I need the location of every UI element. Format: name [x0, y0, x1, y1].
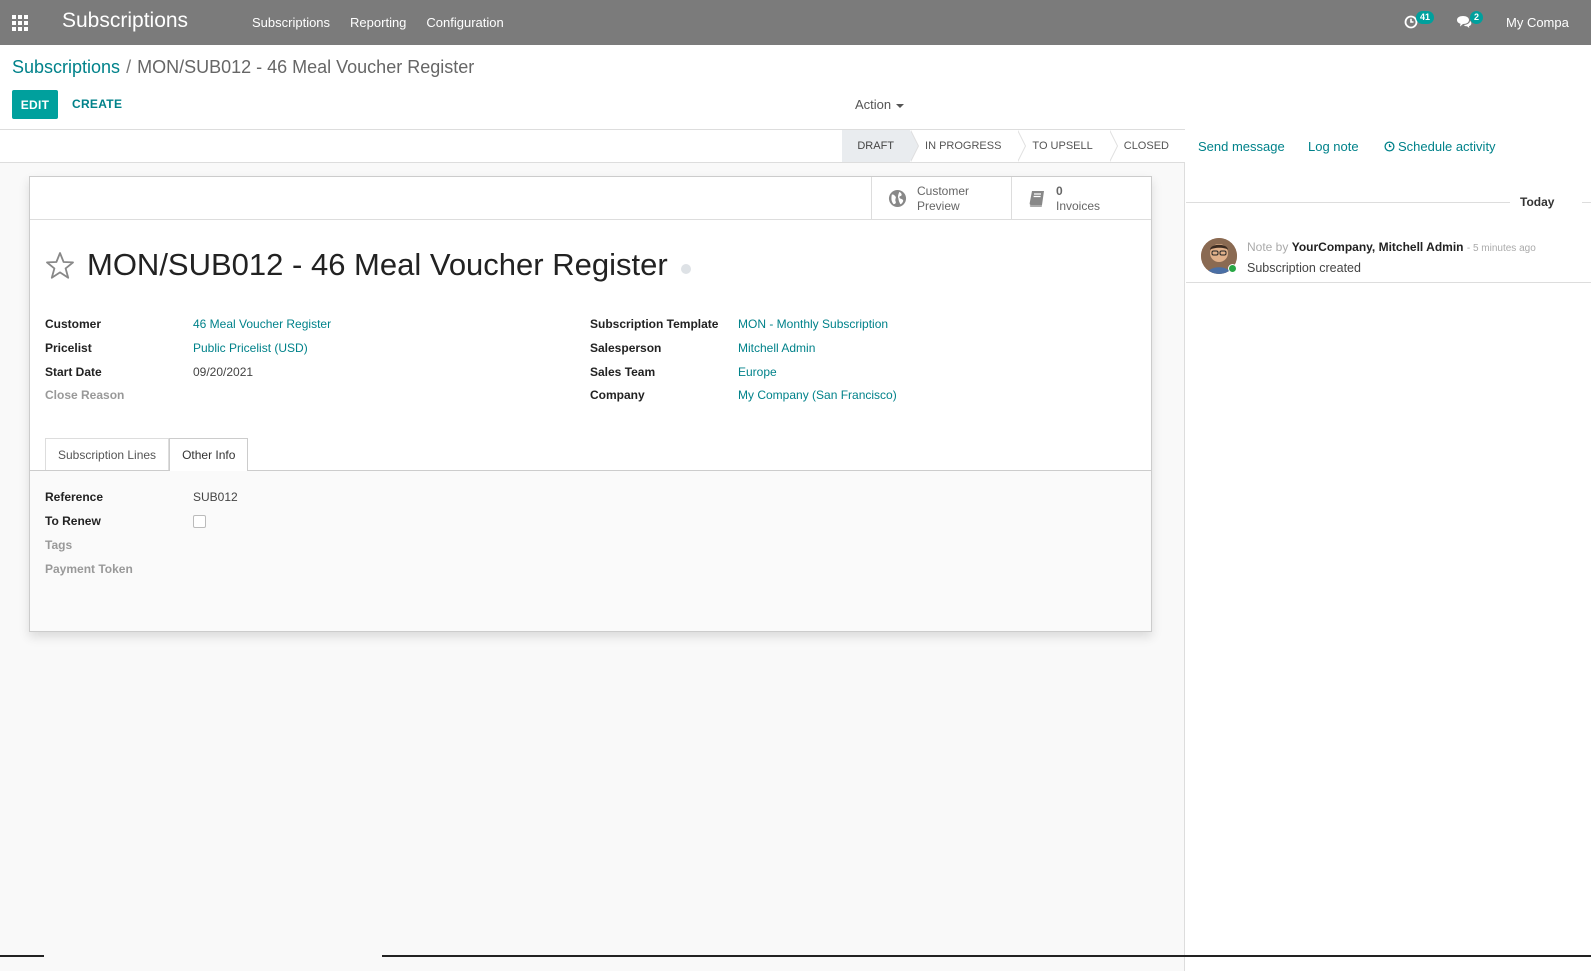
start-date-label: Start Date	[45, 365, 102, 379]
status-step-label: IN PROGRESS	[925, 140, 1002, 152]
form-view: DRAFT IN PROGRESS TO UPSELL CLOSED Custo…	[0, 130, 1185, 971]
breadcrumb-current: MON/SUB012 - 46 Meal Voucher Register	[137, 57, 475, 77]
status-step-label: DRAFT	[857, 140, 895, 152]
kanban-state-indicator[interactable]	[680, 264, 691, 274]
pricelist-label: Pricelist	[45, 341, 92, 355]
reference-value: SUB012	[193, 490, 238, 504]
customer-preview-button[interactable]: Customer Preview	[871, 177, 1011, 220]
chatter-message: Note by YourCompany, Mitchell Admin - 5 …	[1186, 230, 1591, 283]
schedule-activity-button[interactable]: Schedule activity	[1384, 139, 1496, 154]
action-dropdown[interactable]: Action	[855, 97, 905, 112]
status-step-label: CLOSED	[1123, 140, 1169, 152]
date-separator-line	[1582, 202, 1591, 203]
reference-label: Reference	[45, 490, 104, 504]
pricelist-link[interactable]: Public Pricelist (USD)	[193, 341, 308, 355]
tab-label: Other Info	[182, 448, 236, 462]
schedule-activity-label: Schedule activity	[1398, 139, 1496, 154]
edit-button[interactable]: EDIT	[12, 90, 58, 119]
sales-team-label: Sales Team	[590, 365, 656, 379]
create-button[interactable]: CREATE	[72, 97, 122, 111]
form-sheet: Customer Preview 0 Invoices MON/SUB012 -…	[29, 176, 1152, 632]
date-separator-label: Today	[1520, 195, 1555, 209]
star-icon[interactable]	[45, 251, 75, 280]
book-icon	[1029, 190, 1044, 207]
customer-preview-label: Customer Preview	[917, 184, 969, 214]
chatter-topbar: Send message Log note Schedule activity	[1186, 130, 1591, 163]
invoices-button[interactable]: 0 Invoices	[1011, 177, 1151, 220]
tab-subscription-lines[interactable]: Subscription Lines	[45, 438, 170, 470]
form-statusbar: DRAFT IN PROGRESS TO UPSELL CLOSED	[0, 130, 1185, 163]
action-dropdown-label: Action	[855, 97, 892, 112]
to-renew-checkbox[interactable]	[193, 515, 206, 528]
customer-label: Customer	[45, 317, 102, 331]
systray: 41 2 My Compa	[0, 0, 1591, 45]
payment-token-label: Payment Token	[45, 562, 133, 576]
company-switcher[interactable]: My Compa	[1506, 15, 1569, 30]
log-note-button[interactable]: Log note	[1308, 139, 1359, 154]
to-renew-label: To Renew	[45, 514, 101, 528]
activity-menu[interactable]: 41	[1404, 11, 1435, 32]
date-separator-line	[1186, 202, 1510, 203]
stat-line: Invoices	[1056, 198, 1101, 213]
company-link[interactable]: My Company (San Francisco)	[738, 388, 897, 402]
bottom-edge-bar	[0, 955, 44, 957]
breadcrumb-separator: /	[126, 57, 132, 77]
tab-label: Subscription Lines	[58, 447, 157, 462]
title-row: MON/SUB012 - 46 Meal Voucher Register	[45, 247, 691, 283]
caret-down-icon	[896, 103, 905, 108]
online-status-icon	[1228, 264, 1237, 273]
message-author[interactable]: YourCompany, Mitchell Admin	[1292, 240, 1464, 254]
message-body: Subscription created	[1247, 261, 1361, 275]
tags-label: Tags	[45, 538, 73, 552]
chatter-panel: Send message Log note Schedule activity …	[1186, 130, 1591, 971]
status-step-label: TO UPSELL	[1032, 140, 1093, 152]
clock-icon	[1384, 141, 1395, 152]
stat-line: Customer	[917, 183, 970, 198]
subscription-template-label: Subscription Template	[590, 317, 719, 331]
breadcrumb-parent-link[interactable]: Subscriptions	[12, 57, 120, 77]
message-type: Note by	[1247, 240, 1289, 254]
status-step-in-progress[interactable]: IN PROGRESS	[910, 130, 1027, 162]
send-message-button[interactable]: Send message	[1198, 139, 1285, 154]
status-step-closed[interactable]: CLOSED	[1109, 130, 1185, 162]
smart-button-box: Customer Preview 0 Invoices	[871, 177, 1151, 220]
message-header: Note by YourCompany, Mitchell Admin - 5 …	[1247, 240, 1536, 254]
subscription-template-link[interactable]: MON - Monthly Subscription	[738, 317, 888, 331]
status-step-to-upsell[interactable]: TO UPSELL	[1017, 130, 1119, 162]
record-title: MON/SUB012 - 46 Meal Voucher Register	[87, 247, 668, 282]
close-reason-label: Close Reason	[45, 388, 125, 402]
message-date: - 5 minutes ago	[1466, 243, 1536, 254]
start-date-value: 09/20/2021	[193, 365, 254, 379]
tab-other-info[interactable]: Other Info	[169, 438, 249, 471]
status-steps: DRAFT IN PROGRESS TO UPSELL CLOSED	[842, 130, 1185, 162]
activity-count-badge: 41	[1416, 11, 1435, 24]
globe-icon	[888, 189, 907, 208]
message-count-badge: 2	[1470, 11, 1484, 24]
status-step-draft[interactable]: DRAFT	[842, 130, 919, 162]
messaging-menu[interactable]: 2	[1456, 11, 1484, 32]
breadcrumb: Subscriptions / MON/SUB012 - 46 Meal Vouch…	[12, 57, 474, 78]
invoices-label: 0 Invoices	[1056, 184, 1100, 214]
salesperson-label: Salesperson	[590, 341, 662, 355]
stat-line: Preview	[917, 198, 960, 213]
notebook-tabs: Subscription Lines Other Info	[45, 438, 249, 471]
top-navbar: Subscriptions Subscriptions Reporting Co…	[0, 0, 1591, 45]
bottom-edge-bar	[382, 955, 1591, 957]
invoice-count: 0	[1056, 183, 1063, 198]
sales-team-link[interactable]: Europe	[738, 365, 777, 379]
customer-link[interactable]: 46 Meal Voucher Register	[193, 317, 331, 331]
salesperson-link[interactable]: Mitchell Admin	[738, 341, 815, 355]
company-label: Company	[590, 388, 645, 402]
